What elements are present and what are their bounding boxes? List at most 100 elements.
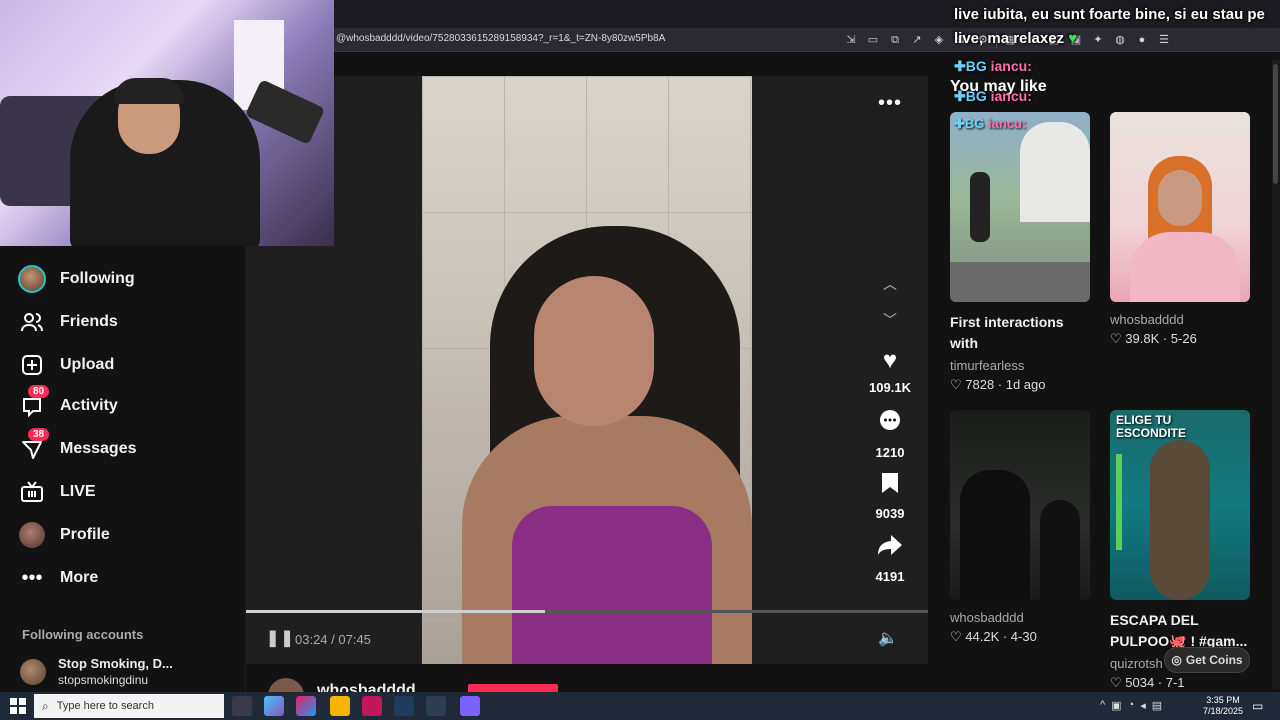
avatar [20,658,46,685]
chevron-down-icon[interactable]: ﹀ [880,310,900,330]
reader-view-icon[interactable]: ⇲ [842,31,860,49]
wifi-icon[interactable]: ◔ [1128,699,1135,712]
shield-icon[interactable]: ◈ [930,31,948,49]
file-explorer-icon[interactable] [330,696,350,716]
sidebar-item-more[interactable]: ••• More [18,562,98,594]
app-icon[interactable] [296,696,316,716]
system-tray[interactable]: ^ ▣ ◔ ◂ ▤ [1100,699,1162,712]
pause-icon[interactable]: ❚❚ [266,628,295,648]
chat-user-label: iancu: [988,116,1027,131]
network-icon[interactable]: ▣ [1111,699,1121,712]
like-count: 109.1K [869,380,911,395]
sidebar-item-label: More [60,569,99,586]
save-action[interactable]: 9039 [862,472,918,521]
sidebar-item-friends[interactable]: Friends [18,306,118,338]
bookmark-icon [862,472,918,500]
video-thumbnail[interactable] [950,410,1090,600]
steam-icon[interactable] [394,696,414,716]
more-dots-icon: ••• [21,566,43,589]
chevron-up-icon[interactable]: ︿ [880,274,900,294]
webcam-overlay [0,0,334,246]
browser-icon[interactable] [362,696,382,716]
card-stats: ♡ 44.2K · 4-30 [950,629,1037,644]
account-handle: stopsmokingdinu [58,673,149,687]
like-action[interactable]: ♥ 109.1K [862,348,918,396]
sidebar-item-label: Messages [60,440,137,457]
chat-username: ✚BG iancu: [954,88,1032,105]
badge-icon: ✚BG [954,58,987,74]
share-count: 4191 [875,569,905,584]
card-author[interactable]: whosbadddd [950,610,1090,625]
app-icon[interactable] [264,696,284,716]
app-icon[interactable] [426,696,446,716]
search-icon: ⌕ [42,698,49,713]
more-options-icon[interactable]: ••• [878,92,902,115]
volume-icon[interactable]: 🔈 [878,628,898,648]
green-heart-icon: ♥ [1068,30,1078,47]
comment-action[interactable]: 1210 [862,409,918,460]
sidebar-item-upload[interactable]: Upload [18,349,114,381]
screen-icon[interactable]: ▭ [864,31,882,49]
sparkle-icon[interactable]: ✦ [1089,31,1107,49]
video-thumbnail[interactable] [1110,112,1250,302]
recommended-card[interactable]: whosbadddd ♡ 44.2K · 4-30 [950,410,1090,645]
profile-icon[interactable]: ● [1133,31,1151,49]
get-coins-label: Get Coins [1185,653,1243,667]
video-progress-bar[interactable] [246,610,928,613]
messages-badge: 38 [28,428,50,441]
volume-icon[interactable]: ◂ [1140,699,1146,712]
windows-start-icon[interactable] [10,698,26,714]
sidebar-item-live[interactable]: LIVE [18,476,96,508]
taskbar-clock[interactable]: 3:35 PM 7/18/2025 [1200,695,1246,717]
chevron-up-icon[interactable]: ^ [1100,699,1105,712]
share-arrow-icon [862,533,918,563]
video-player[interactable] [422,76,752,664]
chat-message: live iubita, eu sunt foarte bine, si eu … [954,6,1265,23]
address-bar[interactable]: @whosbadddd/video/7528033615289158934?_r… [336,33,665,44]
card-author[interactable]: timurfearless [950,358,1090,373]
share-action[interactable]: 4191 [862,533,918,584]
avatar-icon [18,265,46,293]
webcam-microphone [244,79,326,145]
following-account[interactable]: Stop Smoking, D... stopsmokingdinu [20,656,173,687]
chat-message: live, ma relaxez ♥ [954,30,1077,47]
card-title: First interactions with @IShowSpeed... [950,314,1064,351]
sidebar-item-label: Upload [60,356,115,373]
recommended-card[interactable]: ✚BG iancu: First interactions with @ISho… [950,112,1090,393]
sidebar-item-following[interactable]: Following [18,263,135,295]
video-subject-top [512,506,712,664]
comment-count: 1210 [875,445,905,460]
badge-icon: ✚BG [954,88,987,104]
sidebar-item-label: Friends [60,313,118,330]
card-stats: ♡ 5034 · 7-1 [1110,675,1185,690]
scrollbar-thumb[interactable] [1273,64,1278,184]
chat-user-label: iancu: [990,58,1032,74]
inbox-icon: 80 [18,385,50,420]
video-subject-face [534,276,654,426]
notifications-icon[interactable]: ▭ [1252,699,1263,713]
account-name: Stop Smoking, D... [58,656,173,671]
share-icon[interactable]: ↗ [908,31,926,49]
chat-user-label: iancu: [990,88,1032,104]
language-icon[interactable]: ▤ [1152,699,1162,712]
sidebar-item-messages[interactable]: 38 Messages [18,428,137,465]
sidebar-item-activity[interactable]: 80 Activity [18,385,118,422]
card-author[interactable]: whosbadddd [1110,312,1250,327]
recommended-card[interactable]: whosbadddd ♡ 39.8K · 5-26 [1110,112,1250,347]
taskbar-search-input[interactable]: ⌕ Type here to search [34,694,224,718]
app-icon[interactable] [460,696,480,716]
vpn-icon[interactable]: ◍ [1111,31,1129,49]
video-thumbnail[interactable]: ✚BG iancu: [950,112,1090,302]
card-title: ESCAPA DEL PULPOO🐙 ! #gam... [1110,612,1248,649]
following-accounts-title: Following accounts [22,627,144,642]
get-coins-button[interactable]: ◎ Get Coins [1164,647,1250,673]
video-thumbnail[interactable]: ELIGE TU ESCONDITE [1110,410,1250,600]
picture-in-picture-icon[interactable]: ⧉ [886,31,904,49]
profile-avatar-icon [18,521,46,549]
task-view-icon[interactable] [232,696,252,716]
sidebar-item-profile[interactable]: Profile [18,519,110,551]
chat-message-text: live, ma relaxez [954,30,1065,47]
menu-icon[interactable]: ☰ [1155,31,1173,49]
card-stats: ♡ 39.8K · 5-26 [1110,331,1197,346]
live-tv-icon [18,478,46,506]
